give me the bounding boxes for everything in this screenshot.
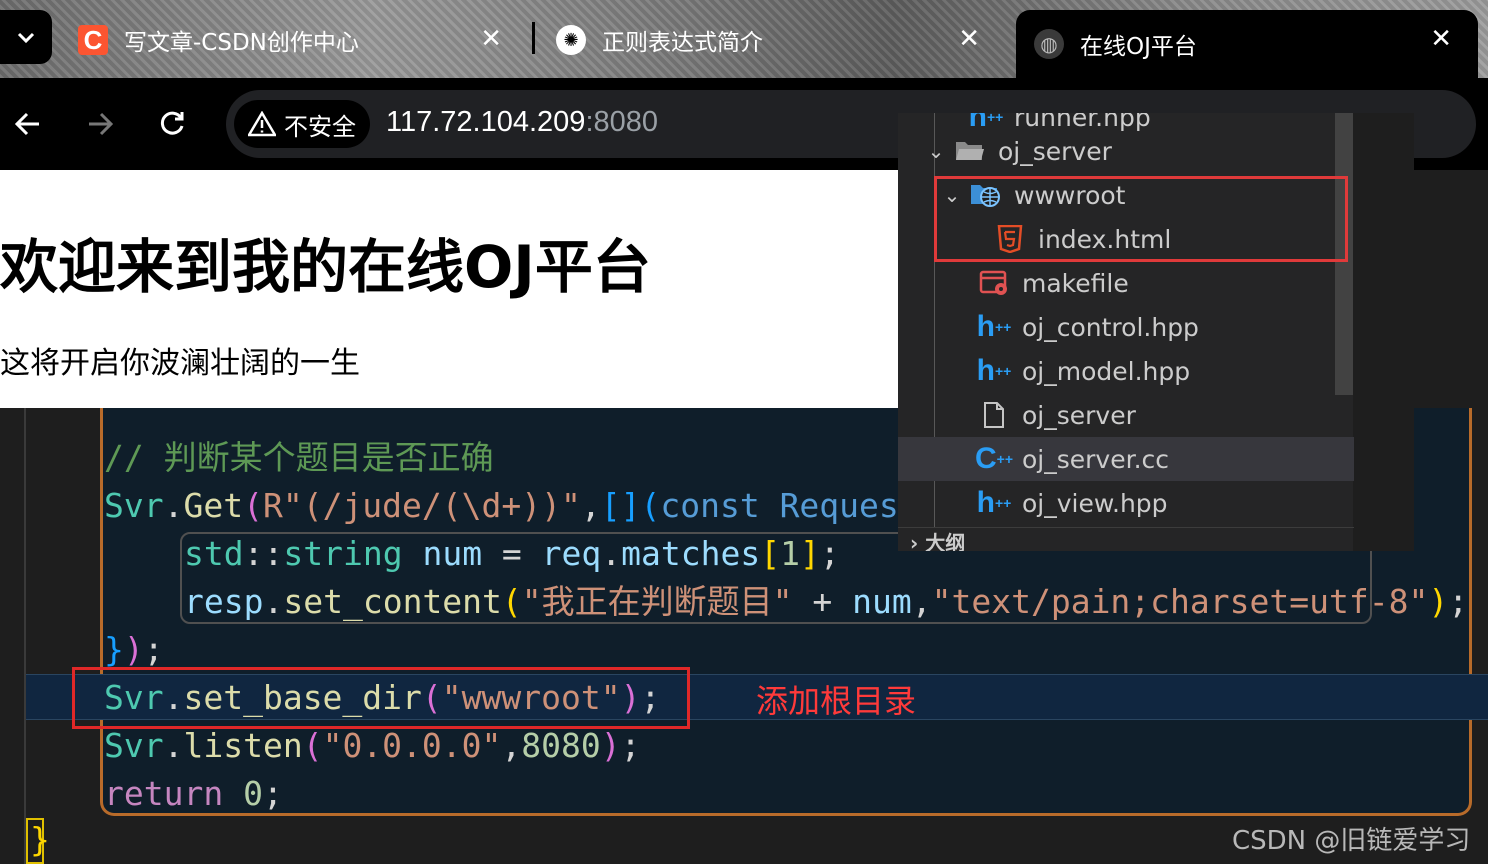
outline-label: 大纲 xyxy=(925,531,966,551)
arrow-left-icon xyxy=(14,112,39,136)
browser-tab-strip: C 写文章-CSDN创作中心 ✕ ✺ 正则表达式简介 ✕ ◍ 在线OJ平台 ✕ xyxy=(0,0,1488,78)
explorer-item-folder[interactable]: ⌄ oj_server xyxy=(898,129,1354,173)
cpp-header-icon: h ++ xyxy=(976,310,1012,343)
item-label: oj_server xyxy=(1022,400,1136,430)
tab-separator xyxy=(532,22,535,54)
reload-button[interactable] xyxy=(148,100,196,148)
explorer-item-file[interactable]: makefile xyxy=(898,261,1354,305)
chevron-down-icon xyxy=(17,32,35,44)
tab-regex[interactable]: ✺ 正则表达式简介 ✕ xyxy=(556,10,996,70)
cpp-header-icon: h ++ xyxy=(976,354,1012,387)
folder-open-icon xyxy=(954,136,986,166)
code-line-num: std::string num = req.matches[1]; xyxy=(184,534,840,573)
csdn-logo-icon: C xyxy=(78,25,108,55)
forward-button[interactable] xyxy=(76,100,124,148)
indent-guide xyxy=(24,408,26,864)
closing-brace: } xyxy=(26,818,50,864)
tab-title: 在线OJ平台 xyxy=(1080,34,1197,60)
insecure-label: 不安全 xyxy=(284,112,356,141)
code-line-listen: Svr.listen("0.0.0.0",8080); xyxy=(104,726,641,765)
outline-section-header[interactable]: › 大纲 xyxy=(898,527,1354,551)
explorer-item-file[interactable]: h ++ oj_view.hpp xyxy=(898,481,1354,525)
chevron-right-icon: › xyxy=(910,531,926,551)
close-icon[interactable]: ✕ xyxy=(958,24,980,54)
tab-search-button[interactable] xyxy=(0,10,52,64)
openai-logo-icon: ✺ xyxy=(556,25,586,55)
security-chip[interactable]: 不安全 xyxy=(234,100,370,148)
item-label: oj_view.hpp xyxy=(1022,488,1168,518)
tab-title: 写文章-CSDN创作中心 xyxy=(124,30,359,56)
code-line-get: Svr.Get(R"(/jude/(\d+))",[](const Reques xyxy=(104,486,899,525)
annotation-box xyxy=(72,667,690,729)
back-button[interactable] xyxy=(4,100,52,148)
page-paragraph: 这将开启你波澜壮阔的一生 xyxy=(0,346,360,381)
url-port: :8080 xyxy=(585,106,659,138)
explorer-item-file[interactable]: oj_server xyxy=(898,393,1354,437)
item-label: oj_model.hpp xyxy=(1022,356,1191,386)
close-icon[interactable]: ✕ xyxy=(480,24,502,54)
rendered-page: 欢迎来到我的在线OJ平台 这将开启你波澜壮阔的一生 xyxy=(0,170,898,408)
watermark: CSDN @旧链爱学习 xyxy=(1232,826,1471,856)
explorer-annotation-box xyxy=(934,176,1348,262)
globe-icon: ◍ xyxy=(1034,29,1064,59)
tab-oj-active[interactable]: ◍ 在线OJ平台 ✕ xyxy=(1016,10,1478,78)
tab-title: 正则表达式简介 xyxy=(602,30,763,56)
url-text[interactable]: 117.72.104.209:8080 xyxy=(386,106,658,139)
editor-backdrop xyxy=(1353,113,1414,551)
code-line-comment: // 判断某个题目是否正确 xyxy=(104,438,494,477)
file-icon xyxy=(978,400,1010,430)
arrow-right-icon xyxy=(89,112,114,136)
cpp-source-icon: C ++ xyxy=(974,442,1014,475)
item-label: oj_server.cc xyxy=(1022,444,1170,474)
warning-icon xyxy=(248,111,276,137)
item-label: makefile xyxy=(1022,268,1129,298)
close-icon[interactable]: ✕ xyxy=(1430,24,1452,54)
url-host: 117.72.104.209 xyxy=(386,106,586,138)
tab-csdn[interactable]: C 写文章-CSDN创作中心 ✕ xyxy=(78,10,518,70)
annotation-text: 添加根目录 xyxy=(756,682,917,720)
explorer-item-file[interactable]: h ++ oj_model.hpp xyxy=(898,349,1354,393)
item-label: oj_control.hpp xyxy=(1022,312,1199,342)
item-label: oj_server xyxy=(998,136,1112,166)
explorer-item-file[interactable]: h ++ oj_control.hpp xyxy=(898,305,1354,349)
page-heading: 欢迎来到我的在线OJ平台 xyxy=(0,233,651,301)
makefile-icon xyxy=(978,268,1010,298)
code-line-resp: resp.set_content("我正在判断题目" + num,"text/p… xyxy=(184,582,1469,621)
cpp-header-icon: h ++ xyxy=(976,486,1012,519)
chevron-down-icon: ⌄ xyxy=(927,139,945,163)
reload-icon xyxy=(160,111,184,135)
explorer-item-file-selected[interactable]: C ++ oj_server.cc xyxy=(898,437,1354,481)
code-line-return: return 0; xyxy=(104,774,283,813)
